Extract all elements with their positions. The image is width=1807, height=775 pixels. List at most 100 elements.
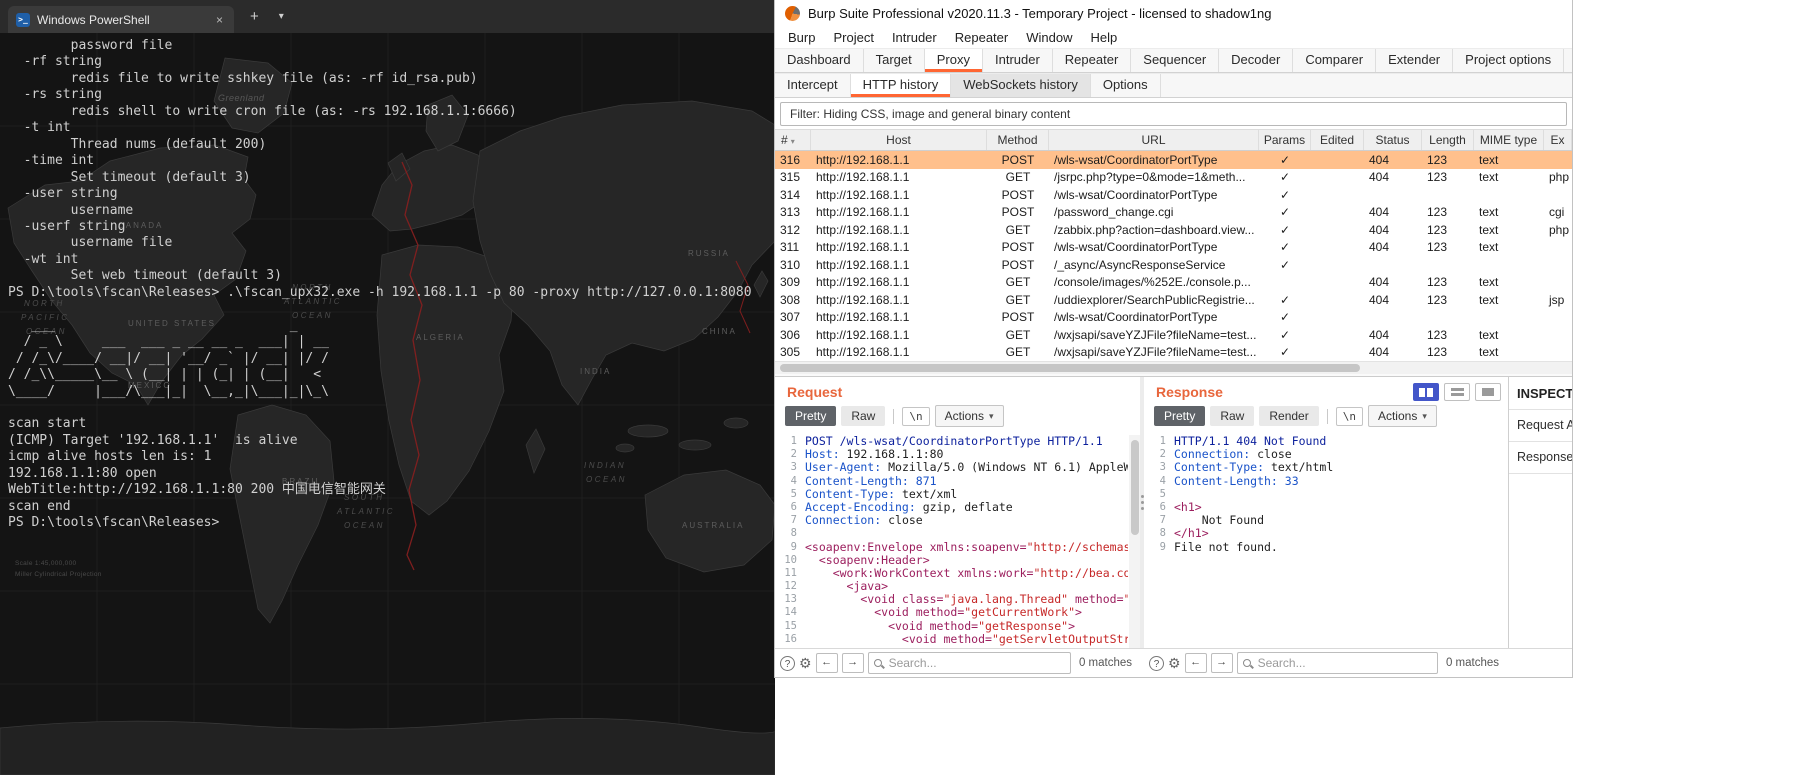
help-icon[interactable]: ? — [1149, 655, 1164, 671]
column-header-method[interactable]: Method — [987, 130, 1049, 150]
cell-params: ✓ — [1279, 205, 1291, 220]
table-row[interactable]: 316 http://192.168.1.1 POST/wls-wsat/Coord… — [775, 151, 1572, 169]
tab-comparer[interactable]: Comparer — [1293, 49, 1377, 72]
cell-num: 308 — [780, 292, 801, 307]
request-editor[interactable]: 1 POST /wls-wsat/CoordinatorPortType HTTP… — [775, 435, 1128, 649]
tab-proxy[interactable]: Proxy — [924, 49, 983, 72]
tab-project-options[interactable]: Project options — [1453, 49, 1565, 72]
new-tab-button[interactable]: + — [244, 8, 265, 25]
column-header-status[interactable]: Status — [1364, 130, 1422, 150]
column-header-ex[interactable]: Ex — [1544, 130, 1572, 150]
filter-bar[interactable]: Filter: Hiding CSS, image and general bi… — [780, 102, 1567, 126]
tab-dropdown-icon[interactable]: ▾ — [273, 11, 290, 22]
response-tab-pretty[interactable]: Pretty — [1154, 406, 1206, 426]
tab-sequencer[interactable]: Sequencer — [1131, 49, 1220, 72]
request-tab-pretty[interactable]: Pretty — [785, 406, 837, 426]
response-tab-raw[interactable]: Raw — [1210, 406, 1255, 426]
cell-host: http://192.168.1.1 — [816, 257, 910, 272]
cell-method: GET — [1005, 327, 1031, 342]
menu-intruder[interactable]: Intruder — [883, 30, 946, 45]
table-row[interactable]: 309 http://192.168.1.1 GET/console/images/… — [775, 274, 1572, 292]
column-header-item[interactable]: # ▾ — [775, 130, 811, 150]
request-tab-raw[interactable]: Raw — [841, 406, 886, 426]
tab-target[interactable]: Target — [863, 49, 925, 72]
column-header-length[interactable]: Length — [1422, 130, 1474, 150]
response-actions-button[interactable]: Actions ▾ — [1367, 405, 1437, 427]
menu-help[interactable]: Help — [1081, 30, 1126, 45]
request-actions-button[interactable]: Actions ▾ — [934, 405, 1004, 427]
subtab-http-history[interactable]: HTTP history — [850, 74, 952, 97]
table-row[interactable]: 312 http://192.168.1.1 GET/zabbix.php?acti… — [775, 221, 1572, 239]
tab-decoder[interactable]: Decoder — [1219, 49, 1294, 72]
subtab-websockets-history[interactable]: WebSockets history — [951, 74, 1091, 97]
column-header-mime-type[interactable]: MIME type — [1474, 130, 1544, 150]
table-horizontal-scrollbar[interactable] — [775, 361, 1572, 374]
layout-rows-button[interactable] — [1444, 383, 1470, 401]
cell-num: 316 — [780, 152, 801, 167]
subtab-options[interactable]: Options — [1090, 74, 1161, 97]
gear-icon[interactable]: ⚙ — [799, 655, 812, 672]
tab-repeater[interactable]: Repeater — [1052, 49, 1132, 72]
cell-host: http://192.168.1.1 — [816, 240, 910, 255]
table-row[interactable]: 305 http://192.168.1.1 GET/wxjsapi/saveYZJ… — [775, 344, 1572, 362]
line-number: 1 — [790, 435, 797, 447]
response-editor[interactable]: 1 HTTP/1.1 404 Not Found 2 Connection: clos… — [1144, 435, 1496, 649]
inspector-section-request-attributes[interactable]: Request Attributes — [1509, 410, 1572, 442]
code-line: 9 File not found. — [1144, 540, 1496, 554]
cell-mime: text — [1479, 327, 1499, 342]
cell-url: /wxjsapi/saveYZJFile?fileName=test... — [1054, 345, 1257, 360]
cell-method: POST — [1001, 257, 1035, 272]
column-header-host[interactable]: Host — [811, 130, 987, 150]
tab-extender[interactable]: Extender — [1376, 49, 1454, 72]
request-search-input[interactable] — [886, 655, 1066, 671]
column-header-edited[interactable]: Edited — [1311, 130, 1364, 150]
layout-single-button[interactable] — [1475, 383, 1501, 401]
menu-project[interactable]: Project — [824, 30, 882, 45]
line-number: 5 — [790, 487, 797, 500]
table-row[interactable]: 314 http://192.168.1.1 POST/wls-wsat/Coord… — [775, 186, 1572, 204]
terminal-tab-bar: >_ Windows PowerShell × + ▾ — [0, 0, 775, 33]
terminal-tab-powershell[interactable]: >_ Windows PowerShell × — [8, 6, 234, 33]
tab-separator — [1326, 408, 1328, 424]
next-match-button[interactable]: → — [841, 653, 864, 673]
terminal-body[interactable]: Greenland CANADA UNITED STATES MEXICO BRAZIL… — [0, 33, 775, 775]
column-header-url[interactable]: URL — [1049, 130, 1259, 150]
help-icon[interactable]: ? — [780, 655, 795, 671]
scrollbar-thumb[interactable] — [1130, 440, 1139, 535]
inspector-sections: Request AttributesResponse Headers — [1509, 410, 1572, 474]
menu-repeater[interactable]: Repeater — [946, 30, 1017, 45]
previous-match-button[interactable]: ← — [1184, 653, 1207, 673]
cell-mime: text — [1479, 170, 1499, 185]
previous-match-button[interactable]: ← — [815, 653, 838, 673]
column-header-params[interactable]: Params — [1259, 130, 1311, 150]
tab-dashboard[interactable]: Dashboard — [775, 49, 864, 72]
response-newline-toggle[interactable]: \n — [1335, 406, 1363, 426]
tab-user-options[interactable]: User options — [1564, 49, 1572, 72]
subtab-intercept[interactable]: Intercept — [775, 74, 851, 97]
scrollbar-thumb[interactable] — [780, 364, 1360, 372]
table-row[interactable]: 310 http://192.168.1.1 POST /_async/AsyncRe… — [775, 256, 1572, 274]
table-row[interactable]: 308 http://192.168.1.1 GET/uddiexplorer/Se… — [775, 291, 1572, 309]
inspector-section-response-headers[interactable]: Response Headers — [1509, 442, 1572, 474]
request-vertical-scrollbar[interactable] — [1129, 435, 1140, 649]
response-tab-render[interactable]: Render — [1259, 406, 1319, 426]
tab-intruder[interactable]: Intruder — [982, 49, 1053, 72]
menu-burp[interactable]: Burp — [779, 30, 824, 45]
close-tab-icon[interactable]: × — [213, 13, 226, 27]
table-row[interactable]: 313 http://192.168.1.1 POST/password_chang… — [775, 204, 1572, 222]
main-tab-bar: Dashboard Target Proxy Intruder Repeater Sequ… — [775, 48, 1572, 73]
layout-columns-button[interactable] — [1413, 383, 1439, 401]
table-row[interactable]: 307 http://192.168.1.1 POST/wls-wsat/Coord… — [775, 309, 1572, 327]
response-panel: Response Pretty Raw Render \n Actions ▾ 1 HTTP… — [1144, 377, 1508, 649]
response-search-input[interactable] — [1255, 655, 1433, 671]
table-row[interactable]: 306 http://192.168.1.1 GET/wxjsapi/saveYZJ… — [775, 326, 1572, 344]
gear-icon[interactable]: ⚙ — [1168, 655, 1181, 672]
cell-url: /wls-wsat/CoordinatorPortType — [1054, 240, 1218, 255]
table-row[interactable]: 315 http://192.168.1.1 GET/jsrpc.php?type=… — [775, 169, 1572, 187]
cell-url: /uddiexplorer/SearchPublicRegistrie... — [1054, 292, 1255, 307]
menu-window[interactable]: Window — [1017, 30, 1081, 45]
line-number: 2 — [1159, 448, 1166, 461]
table-row[interactable]: 311 http://192.168.1.1 POST/wls-wsat/Coord… — [775, 239, 1572, 257]
request-newline-toggle[interactable]: \n — [902, 406, 930, 426]
next-match-button[interactable]: → — [1210, 653, 1233, 673]
